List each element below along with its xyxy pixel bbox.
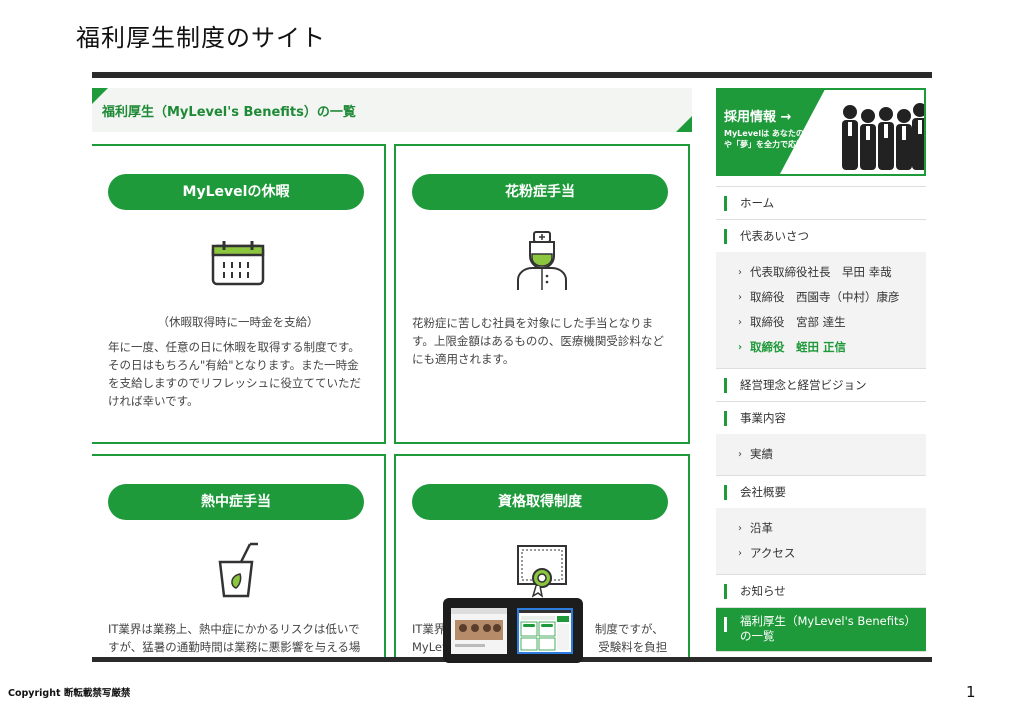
chevron-right-icon: › (738, 449, 742, 460)
sidebar-nav-item[interactable]: 経営理念と経営ビジョン (716, 368, 926, 401)
nav-subitem-label: 取締役 宮部 達生 (750, 315, 846, 329)
window-thumbnail-benefits-site[interactable] (517, 608, 573, 654)
nav-sub-spacer (716, 467, 926, 475)
window-thumbnail-photos[interactable] (451, 608, 507, 654)
nav-item-label: 経営理念と経営ビジョン (740, 378, 867, 392)
nav-sub-spacer (716, 508, 926, 516)
benefits-main-content: 福利厚生（MyLevel's Benefits）の一覧 MyLevelの休暇 （… (92, 88, 692, 657)
benefit-card-hay-fever: 花粉症手当 花粉症に苦しむ社員を対象にした手当となります。上限金額はあるものの、… (394, 144, 690, 444)
benefit-caption: （休暇取得時に一時金を支給） (157, 315, 319, 329)
sidebar-nav-item[interactable]: 事業内容 (716, 401, 926, 434)
sidebar-nav-item[interactable]: お知らせ (716, 574, 926, 607)
sidebar-nav-subitem[interactable]: › 取締役 蛭田 正信 (716, 335, 926, 360)
nav-sub-spacer (716, 360, 926, 368)
benefit-card-heatstroke: 熱中症手当 IT業界は業務上、熱中症にかかるリスクは低いですが、猛暑の通勤時間は… (92, 454, 386, 657)
nav-item-label: 事業内容 (740, 411, 786, 425)
sidebar-nav: ホーム代表あいさつ › 代表取締役社長 早田 幸哉 › 取締役 西園寺（中村）康彦 › 取締… (716, 186, 926, 657)
nav-subitem-label: アクセス (750, 546, 796, 560)
sidebar: 採用情報 → MyLevelは あなたの「目標」や「夢」を全力で応援します ホー… (716, 88, 926, 657)
chevron-right-icon: › (738, 317, 742, 328)
sidebar-nav-subitem[interactable]: › 代表取締役社長 早田 幸哉 (716, 260, 926, 285)
benefit-description: 年に一度、任意の日に休暇を取得する制度です。その日はもちろん"有給"となります。… (108, 340, 361, 408)
sidebar-nav-item[interactable]: 代表あいさつ (716, 219, 926, 252)
nav-accent-bar (724, 411, 727, 426)
nav-sub-spacer (716, 252, 926, 260)
sidebar-nav-item[interactable]: 会社概要 (716, 475, 926, 508)
chevron-right-icon: › (738, 267, 742, 278)
doctor-icon (396, 230, 688, 296)
chevron-right-icon: › (738, 292, 742, 303)
nav-subitem-label: 沿革 (750, 521, 773, 535)
sidebar-nav-subitem[interactable]: › 沿革 (716, 516, 926, 541)
nav-sub-spacer (716, 566, 926, 574)
sidebar-nav-subitem[interactable]: › アクセス (716, 541, 926, 566)
frame-top-border (92, 72, 932, 78)
nav-subitem-label: 取締役 蛭田 正信 (750, 340, 847, 354)
nav-item-label: ホーム (740, 196, 775, 210)
benefit-description: 花粉症に苦しむ社員を対象にした手当となります。上限金額はあるものの、医療機関受診… (412, 316, 664, 366)
nav-accent-bar (724, 196, 727, 211)
chevron-right-icon: › (738, 548, 742, 559)
slide-title: 福利厚生制度のサイト (76, 24, 326, 52)
chevron-right-icon: › (738, 523, 742, 534)
certificate-icon (396, 542, 688, 602)
sidebar-nav-item[interactable]: 福利厚生（MyLevel's Benefits）の一覧 (716, 607, 926, 651)
nav-sub-spacer (716, 434, 926, 442)
nav-accent-bar (724, 617, 727, 632)
nav-item-label: お知らせ (740, 584, 786, 598)
nav-subitem-label: 実績 (750, 447, 773, 461)
website-screenshot: 福利厚生（MyLevel's Benefits）の一覧 MyLevelの休暇 （… (92, 72, 932, 662)
sidebar-nav-subitem[interactable]: › 実績 (716, 442, 926, 467)
nav-item-label: 福利厚生（MyLevel's Benefits）の一覧 (740, 614, 916, 643)
benefit-description: IT業界は業務上、熱中症にかかるリスクは低いですが、猛暑の通勤時間は業務に悪影響… (108, 622, 361, 654)
recruit-title: 採用情報 → (724, 110, 792, 125)
nav-subitem-label: 取締役 西園寺（中村）康彦 (750, 290, 900, 304)
nav-accent-bar (724, 485, 727, 500)
sidebar-nav-subitem[interactable]: › 取締役 宮部 達生 (716, 310, 926, 335)
page-number: 1 (966, 683, 976, 701)
nav-subitem-label: 代表取締役社長 早田 幸哉 (750, 265, 892, 279)
benefit-card-vacation: MyLevelの休暇 （休暇取得時に一時金を支給） 年に一度、任意の日に休暇を取… (92, 144, 386, 444)
chevron-right-icon: › (738, 342, 743, 353)
sidebar-nav-item[interactable]: ホーム (716, 186, 926, 219)
nav-accent-bar (724, 229, 727, 244)
benefit-title-button[interactable]: MyLevelの休暇 (108, 174, 364, 210)
sidebar-nav-subitem[interactable]: › 取締役 西園寺（中村）康彦 (716, 285, 926, 310)
recruit-text: MyLevelは あなたの「目標」や「夢」を全力で応援します (724, 129, 832, 149)
window-switcher (443, 598, 583, 663)
benefit-title-button[interactable]: 花粉症手当 (412, 174, 668, 210)
benefit-title-button[interactable]: 熱中症手当 (108, 484, 364, 520)
recruit-banner[interactable]: 採用情報 → MyLevelは あなたの「目標」や「夢」を全力で応援します (716, 88, 926, 176)
drink-cup-icon (92, 542, 384, 602)
nav-item-label: 代表あいさつ (740, 229, 809, 243)
section-title: 福利厚生（MyLevel's Benefits）の一覧 (102, 105, 356, 120)
copyright-notice: Copyright 断転載禁写厳禁 (8, 688, 131, 699)
header-corner-decoration (676, 116, 692, 132)
section-header: 福利厚生（MyLevel's Benefits）の一覧 (92, 88, 692, 132)
nav-accent-bar (724, 378, 727, 393)
staff-photo (842, 103, 924, 170)
nav-accent-bar (724, 584, 727, 599)
calendar-icon (92, 238, 384, 290)
nav-item-label: 会社概要 (740, 485, 786, 499)
benefit-title-button[interactable]: 資格取得制度 (412, 484, 668, 520)
